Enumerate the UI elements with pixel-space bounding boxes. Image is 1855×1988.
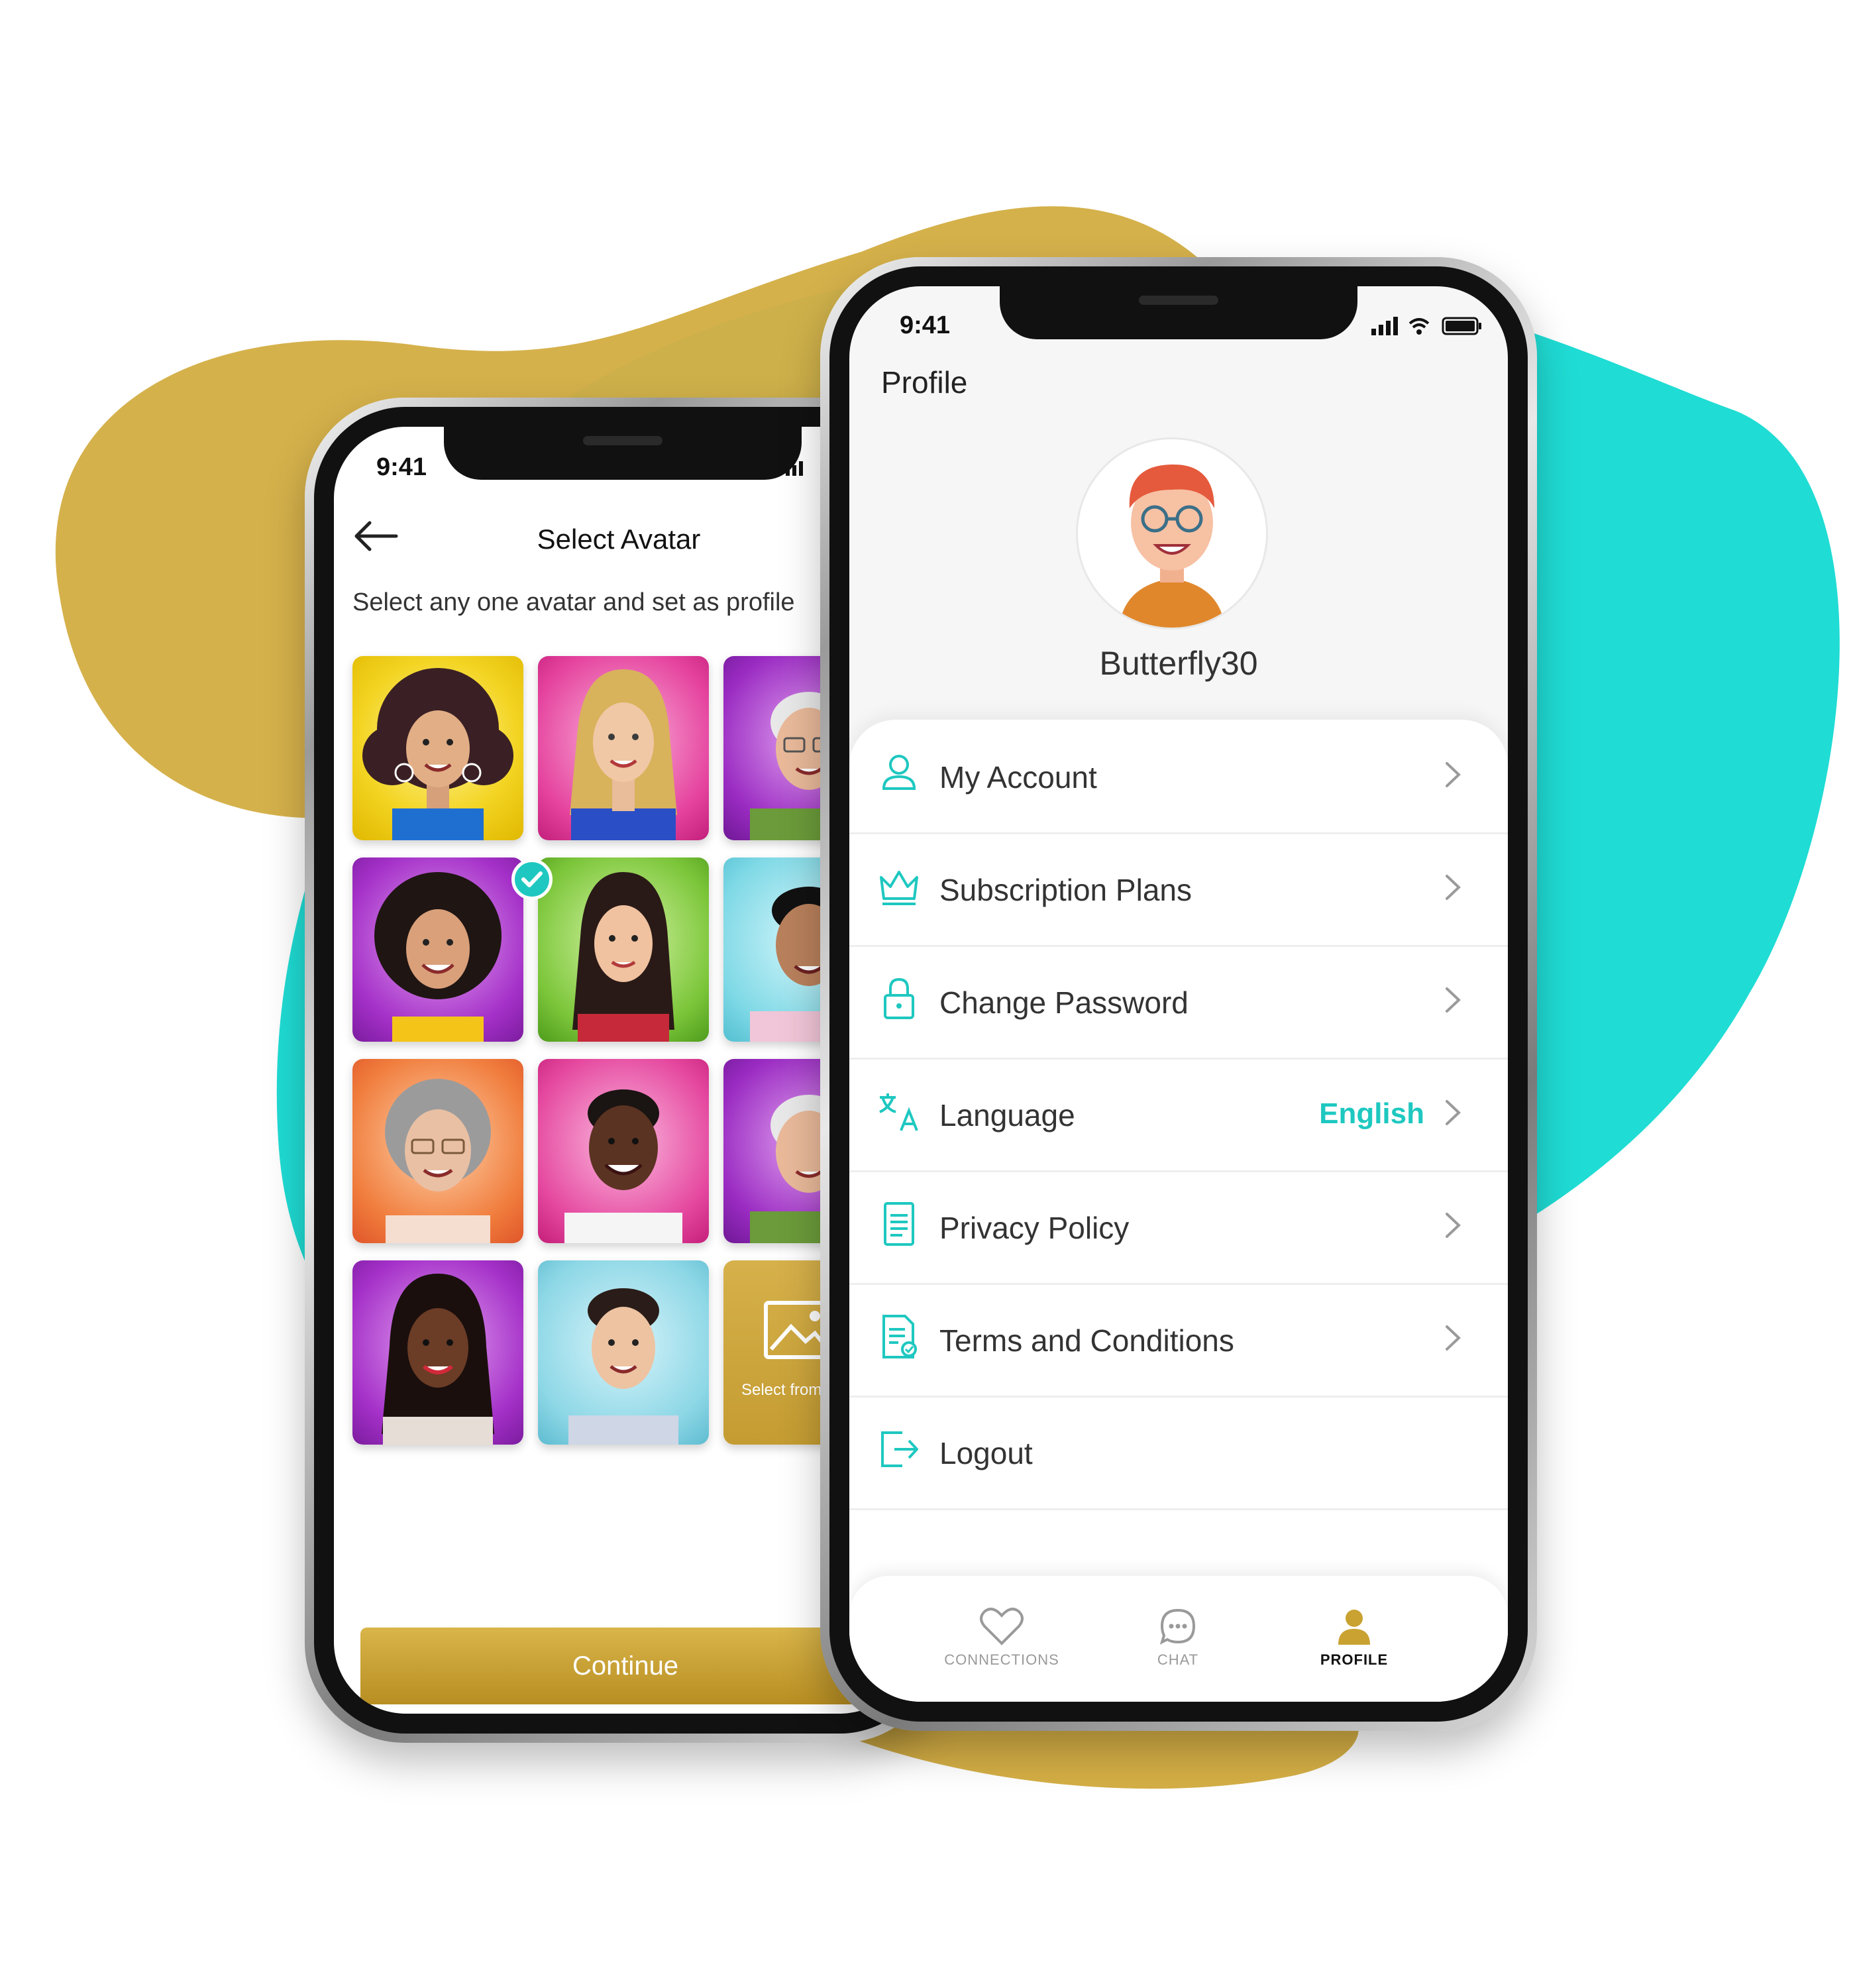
- avatar-tile-curly-hair-woman[interactable]: [352, 656, 523, 840]
- woman-dark-curly-illustration: [374, 872, 502, 1042]
- avatar-tile-woman-dark-curly-hair[interactable]: [352, 857, 523, 1042]
- status-time: 9:41: [900, 311, 951, 339]
- chat-icon: [1159, 1608, 1196, 1645]
- signal-wifi-battery-icon: [1371, 317, 1481, 335]
- tab-label: CONNECTIONS: [944, 1651, 1059, 1668]
- crown-icon: [880, 871, 918, 905]
- curly-hair-woman-illustration: [362, 668, 513, 840]
- chevron-right-icon: [1446, 875, 1461, 900]
- status-icons: [1371, 314, 1484, 340]
- young-man-illustration: [568, 1288, 678, 1445]
- chevron-right-icon: [1446, 1213, 1461, 1238]
- profile-screen: 9:41 Profile Butterfly30 My Account Subs…: [849, 286, 1508, 1702]
- chevron-right-icon: [1446, 1325, 1461, 1351]
- menu-label: My Account: [939, 760, 1097, 795]
- phone-profile: 9:41 Profile Butterfly30 My Account Subs…: [820, 257, 1537, 1731]
- logout-icon: [881, 1431, 918, 1467]
- menu-item-logout[interactable]: Logout: [849, 1396, 1508, 1510]
- menu-item-my-account[interactable]: My Account: [849, 720, 1508, 834]
- heart-icon: [980, 1608, 1024, 1645]
- tab-label: CHAT: [1157, 1651, 1199, 1668]
- menu-label: Language: [939, 1098, 1075, 1132]
- chevron-right-icon: [1446, 1100, 1461, 1125]
- avatar-tile-smiling-man[interactable]: [538, 1059, 709, 1243]
- user-icon: [882, 755, 916, 790]
- menu-label: Change Password: [939, 985, 1189, 1020]
- tab-label: PROFILE: [1320, 1651, 1389, 1668]
- lock-icon: [884, 977, 914, 1019]
- language-value: English: [1319, 1097, 1424, 1130]
- redhead-avatar-illustration: [1119, 464, 1225, 628]
- menu-item-terms-and-conditions[interactable]: Terms and Conditions: [849, 1283, 1508, 1398]
- menu-label: Privacy Policy: [939, 1211, 1130, 1245]
- tab-chat[interactable]: CHAT: [1092, 1606, 1264, 1669]
- avatar-tile-woman-long-dark-hair[interactable]: [352, 1260, 523, 1445]
- status-time: 9:41: [376, 453, 427, 481]
- avatar-tile-young-woman-long-hair[interactable]: [538, 857, 709, 1042]
- menu-item-privacy-policy[interactable]: Privacy Policy: [849, 1170, 1508, 1285]
- profile-menu: My Account Subscription Plans Change Pas…: [849, 720, 1508, 1702]
- menu-item-change-password[interactable]: Change Password: [849, 945, 1508, 1060]
- tab-connections[interactable]: CONNECTIONS: [916, 1606, 1088, 1669]
- avatar-tile-young-man[interactable]: [538, 1260, 709, 1445]
- continue-label: Continue: [572, 1651, 679, 1681]
- selected-check-badge: [511, 859, 553, 900]
- screen-title: Select Avatar: [537, 524, 701, 555]
- smiling-man-illustration: [564, 1089, 682, 1243]
- checkmark-icon: [521, 871, 543, 887]
- certificate-icon: [882, 1315, 917, 1358]
- profile-avatar[interactable]: [1076, 437, 1268, 630]
- grandmother-illustration: [385, 1079, 491, 1243]
- chevron-right-icon: [1446, 987, 1461, 1013]
- avatar-tile-grandmother-glasses[interactable]: [352, 1059, 523, 1243]
- document-icon: [884, 1202, 914, 1246]
- menu-label: Subscription Plans: [939, 873, 1192, 907]
- menu-label: Logout: [939, 1436, 1033, 1470]
- chevron-right-icon: [1446, 762, 1461, 787]
- blonde-woman-illustration: [570, 669, 677, 840]
- person-icon: [1338, 1610, 1370, 1645]
- menu-label: Terms and Conditions: [939, 1323, 1234, 1358]
- speaker-grille: [583, 436, 662, 445]
- translate-icon: [879, 1093, 918, 1131]
- tab-profile[interactable]: PROFILE: [1268, 1606, 1440, 1669]
- menu-item-language[interactable]: Language English: [849, 1058, 1508, 1172]
- username: Butterfly30: [1099, 645, 1258, 682]
- menu-item-subscription-plans[interactable]: Subscription Plans: [849, 832, 1508, 947]
- phone-notch: [1000, 286, 1357, 339]
- signal-icon: [786, 461, 803, 476]
- bottom-tab-bar: CONNECTIONS CHAT PROFILE: [849, 1576, 1508, 1702]
- page-title: Profile: [881, 365, 968, 400]
- avatar-tile-blonde-woman[interactable]: [538, 656, 709, 840]
- screen-subtitle: Select any one avatar and set as profile: [352, 588, 795, 616]
- phone-notch: [444, 427, 802, 480]
- speaker-grille: [1139, 296, 1218, 305]
- woman-long-dark-hair-illustration: [382, 1274, 494, 1445]
- young-woman-illustration: [572, 872, 674, 1042]
